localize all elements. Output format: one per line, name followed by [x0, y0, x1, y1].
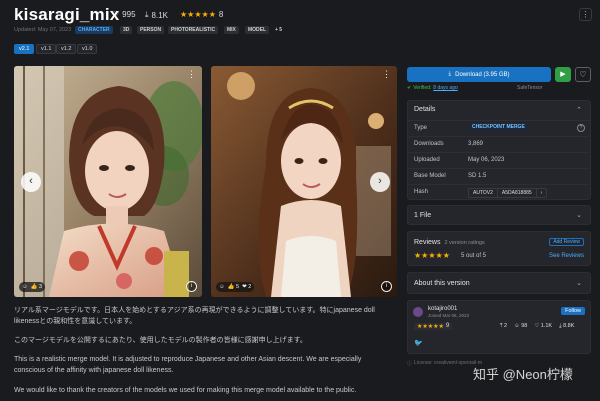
tag-character[interactable]: CHARACTER: [75, 26, 113, 34]
reviews-panel: Reviews 2 version ratings Add Review ★★★…: [407, 231, 591, 266]
help-icon[interactable]: ?: [577, 124, 585, 132]
version-tab-v1-2[interactable]: v1.2: [56, 44, 77, 54]
review-stars-icon: ★★★★★: [414, 251, 450, 260]
reviews-count: 2 version ratings: [444, 240, 485, 246]
version-tab-v1-1[interactable]: v1.1: [36, 44, 57, 54]
tag-more[interactable]: + 5: [272, 26, 285, 34]
page: kisaragi_mix ♡ 995 ⤓ 8.1K ★★★★★ 8 ⋮ Upda…: [0, 0, 600, 401]
review-score: 5 out of 5: [461, 253, 487, 259]
check-circle-icon: ✔: [407, 85, 412, 91]
twitter-icon[interactable]: 🐦: [414, 339, 423, 347]
license-link[interactable]: License: creativeml-openrail-m: [414, 360, 482, 367]
download-label: Download (3.95 GB): [455, 71, 510, 78]
download-icon: ⤓: [448, 71, 452, 77]
avatar[interactable]: [413, 307, 423, 317]
license-icon: ⓘ: [407, 361, 413, 367]
image-menu-icon[interactable]: ⋮: [187, 69, 196, 80]
carousel-prev-button[interactable]: ‹: [21, 172, 41, 192]
creator-stats: ⤒ 2 ☺ 98 ♡ 1.1K ⤓ 8.8K: [500, 323, 574, 330]
likes-count: 995: [122, 10, 136, 19]
gallery-image-right[interactable]: ⋮ › ☺ 👍 5 ❤ 2 i: [211, 66, 397, 297]
heart-outline-icon: ♡: [112, 10, 120, 19]
rating-count: 8: [218, 10, 224, 19]
favorites-stat: ♡ 1.1K: [534, 323, 553, 329]
file-format: SafeTensor: [517, 85, 543, 91]
tag-3d[interactable]: 3D: [120, 26, 133, 34]
details-title: Details: [414, 106, 436, 113]
like-reaction: 👍 5: [227, 284, 240, 290]
description-en-thanks: We would like to thank the creators of t…: [14, 387, 357, 394]
chevron-down-icon: ⌄: [576, 212, 582, 219]
image-reactions[interactable]: ☺ 👍 5 ❤ 2: [216, 282, 255, 292]
tag-person[interactable]: PERSON: [137, 26, 165, 34]
description-en-line2: conscious of the affinity with japanese …: [14, 367, 174, 374]
hash-selector[interactable]: AUTOV2 A5DA818885 ›: [468, 188, 548, 198]
creator-rating: ★★★★★ 9: [414, 323, 453, 330]
carousel-next-button[interactable]: ›: [370, 172, 390, 192]
creator-name[interactable]: kotajiro001: [428, 306, 457, 312]
creator-stars-icon: ★★★★★: [417, 324, 444, 330]
detail-row-downloads: Downloads 3,869: [408, 136, 590, 151]
rating-stat[interactable]: ★★★★★ 8: [180, 10, 223, 19]
verified-status: ✔ Verified: 8 days ago: [407, 85, 458, 91]
image-info-icon[interactable]: i: [186, 281, 197, 292]
image-info-icon[interactable]: i: [381, 281, 392, 292]
verified-date-link[interactable]: 8 days ago: [433, 85, 457, 91]
detail-row-hash: Hash AUTOV2 A5DA818885 ›: [408, 184, 590, 199]
files-title: 1 File: [414, 212, 432, 219]
portrait-kimono-image: [14, 66, 202, 297]
downloads-stat: ⤓ 8.1K: [145, 10, 168, 20]
description-jp-thanks: このマージモデルを公開するにあたり、使用したモデルの製作者の皆様に感謝申し上げま…: [14, 337, 307, 344]
about-title: About this version: [414, 280, 470, 287]
download-button[interactable]: ⤓ Download (3.95 GB): [407, 67, 551, 82]
files-panel[interactable]: 1 File ⌄: [407, 205, 591, 225]
chevron-right-icon: ›: [535, 189, 547, 197]
creator-card: kotajiro001 Joined Mar 06, 2023 Follow ★…: [407, 300, 591, 354]
license-info: ⓘ License: creativeml-openrail-m: [407, 360, 482, 367]
version-tab-v1-0[interactable]: v1.0: [77, 44, 98, 54]
detail-row-type: Type CHECKPOINT MERGE ?: [408, 120, 590, 135]
heart-reaction: ❤ 2: [242, 284, 252, 290]
uploads-stat: ⤒ 2: [500, 323, 508, 329]
add-review-button[interactable]: Add Review: [549, 238, 584, 246]
about-panel[interactable]: About this version ⌄: [407, 272, 591, 294]
image-menu-icon[interactable]: ⋮: [382, 69, 391, 80]
detail-row-uploaded: Uploaded May 06, 2023: [408, 152, 590, 167]
updated-date: Updated: May 07, 2023: [14, 27, 72, 33]
tag-photorealistic[interactable]: PHOTOREALISTIC: [168, 26, 219, 34]
image-reactions[interactable]: ☺ 👍 3: [19, 282, 46, 292]
model-title: kisaragi_mix: [14, 5, 120, 24]
description-jp-line1: リアル系マージモデルです。日本人を始めとするアジア系の再現ができるように調整して…: [14, 307, 375, 314]
description-jp-line2: likenessとの親和性を意識しています。: [14, 318, 137, 325]
reviews-title: Reviews: [414, 239, 441, 246]
detail-row-base-model: Base Model SD 1.5: [408, 168, 590, 183]
type-badge: CHECKPOINT MERGE: [468, 123, 529, 131]
details-panel: Details ⌃ Type CHECKPOINT MERGE ? Downlo…: [407, 100, 591, 200]
add-reaction-icon: ☺: [219, 284, 225, 290]
run-button[interactable]: ▶: [555, 67, 571, 82]
rating-stars-icon: ★★★★★: [180, 10, 216, 19]
creator-joined: Joined Mar 06, 2023: [428, 313, 470, 318]
like-reaction: 👍 3: [30, 284, 43, 290]
tag-mix[interactable]: MIX: [224, 26, 239, 34]
more-options-button[interactable]: ⋮: [579, 8, 592, 21]
description-en-line1: This is a realistic merge model. It is a…: [14, 356, 362, 363]
chevron-up-icon[interactable]: ⌃: [576, 106, 582, 114]
favorite-button[interactable]: ♡: [575, 67, 591, 82]
gallery-image-left[interactable]: ⋮ ‹ ☺ 👍 3 i: [14, 66, 202, 297]
downloads-count: 8.1K: [151, 10, 169, 20]
add-reaction-icon: ☺: [22, 284, 28, 290]
version-tab-v2-1[interactable]: v2.1: [14, 44, 35, 54]
download-icon: ⤓: [145, 10, 149, 19]
see-reviews-link[interactable]: See Reviews: [549, 253, 584, 259]
watermark: 知乎 @Neon柠檬: [473, 367, 573, 382]
likes-stat[interactable]: ♡ 995: [112, 10, 136, 19]
followers-stat: ☺ 98: [514, 323, 528, 329]
follow-button[interactable]: Follow: [561, 307, 585, 315]
downloads-stat: ⤓ 8.8K: [559, 323, 575, 329]
tag-model[interactable]: MODEL: [245, 26, 270, 34]
chevron-down-icon: ⌄: [576, 280, 582, 287]
